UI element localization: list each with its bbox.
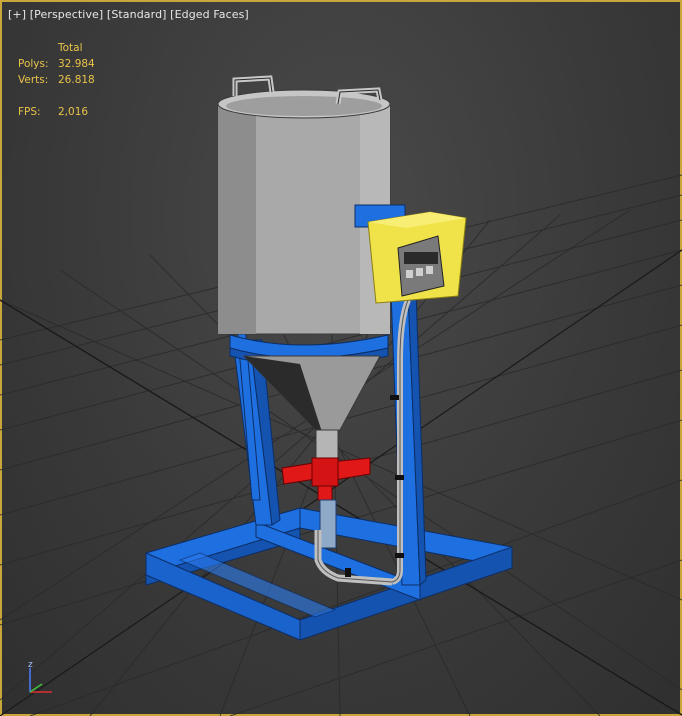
stats-header: Total: [58, 42, 83, 54]
polys-label: Polys:: [18, 58, 49, 70]
viewport-menu-perspective[interactable]: [Perspective]: [30, 8, 104, 21]
fps-value: 2,016: [58, 106, 89, 118]
statistics-overlay: Total Polys: 32.984 Verts: 26.818 FPS: 2,01…: [18, 40, 95, 120]
verts-value: 26.818: [58, 74, 95, 86]
viewport-scene[interactable]: [0, 0, 682, 716]
perspective-viewport[interactable]: [+] [Perspective] [Standard] [Edged Face…: [0, 0, 682, 716]
verts-label: Verts:: [18, 74, 49, 86]
fps-label: FPS:: [18, 106, 41, 118]
axis-tripod-icon: z: [28, 660, 52, 693]
red-valve-handle[interactable]: [281, 457, 371, 501]
polys-value: 32.984: [58, 58, 95, 70]
viewport-label[interactable]: [+] [Perspective] [Standard] [Edged Face…: [8, 8, 249, 21]
viewport-menu-plus[interactable]: [+]: [8, 8, 26, 21]
viewport-menu-display[interactable]: [Edged Faces]: [170, 8, 249, 21]
axis-z-label: z: [28, 660, 33, 670]
viewport-menu-shading[interactable]: [Standard]: [107, 8, 167, 21]
